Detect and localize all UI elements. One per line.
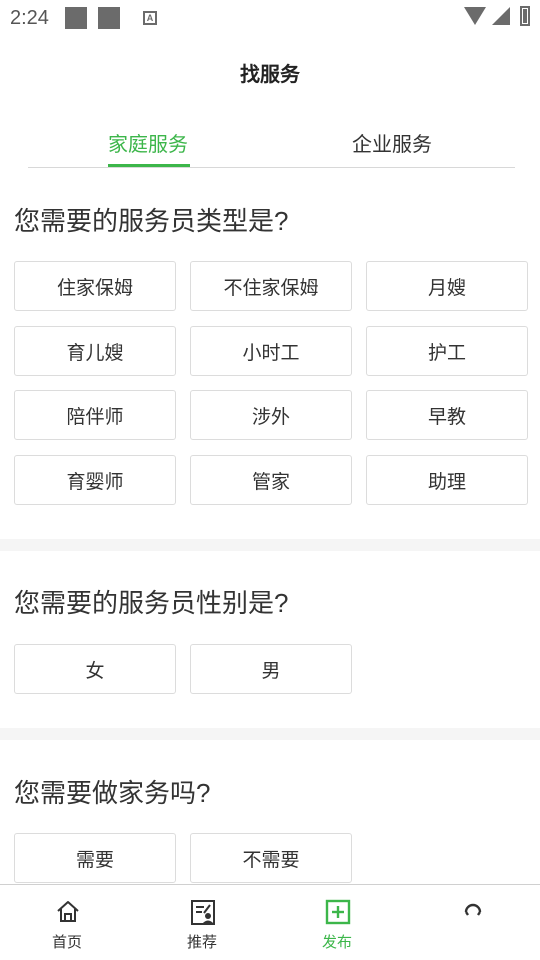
option-hourly-worker[interactable]: 小时工 [190,326,352,376]
accessibility-icon: A [142,11,157,25]
option-female[interactable]: 女 [14,644,176,694]
option-companion[interactable]: 陪伴师 [14,390,176,440]
notification-icon [97,7,120,29]
home-icon [57,901,79,922]
option-housework-no[interactable]: 不需要 [190,833,352,883]
section-title-gender: 您需要的服务员性别是? [14,588,289,618]
service-tabs: 家庭服务 企业服务 [28,118,515,168]
section-divider [0,539,540,551]
option-caregiver[interactable]: 护工 [366,326,528,376]
option-infant-care[interactable]: 育婴师 [14,455,176,505]
status-bar: 2:24 A [0,0,540,36]
status-time: 2:24 [10,6,49,29]
option-early-education[interactable]: 早教 [366,390,528,440]
option-childcare-nanny[interactable]: 育儿嫂 [14,326,176,376]
tab-enterprise-service[interactable]: 企业服务 [352,128,432,157]
tab-family-service[interactable]: 家庭服务 [108,128,188,157]
recommend-icon [191,900,215,925]
bottom-nav: 首页 推荐 发布 [0,884,540,960]
nav-label-recommend: 推荐 [186,934,217,951]
option-housework-yes[interactable]: 需要 [14,833,176,883]
nav-item-home[interactable]: 首页 [17,885,117,960]
section-title-type: 您需要的服务员类型是? [14,206,289,236]
wifi-icon [464,7,486,25]
nav-item-publish[interactable]: 发布 [287,885,387,960]
option-assistant[interactable]: 助理 [366,455,528,505]
profile-icon [464,903,482,916]
battery-icon [520,6,530,26]
nav-label-home: 首页 [51,934,82,951]
option-maternity-matron[interactable]: 月嫂 [366,261,528,311]
option-live-in-nanny[interactable]: 住家保姆 [14,261,176,311]
signal-icon [492,7,510,25]
option-housekeeper[interactable]: 管家 [190,455,352,505]
publish-icon [325,899,351,925]
option-live-out-nanny[interactable]: 不住家保姆 [190,261,352,311]
nav-item-recommend[interactable]: 推荐 [152,885,252,960]
page-title: 找服务 [240,64,300,86]
section-title-housework: 您需要做家务吗? [14,778,211,808]
tab-active-indicator [108,164,190,167]
notification-icon [64,7,87,29]
nav-item-profile[interactable] [422,885,522,960]
option-male[interactable]: 男 [190,644,352,694]
status-indicators [464,6,530,26]
option-foreign-affairs[interactable]: 涉外 [190,390,352,440]
section-divider [0,728,540,740]
nav-label-publish: 发布 [321,934,352,951]
